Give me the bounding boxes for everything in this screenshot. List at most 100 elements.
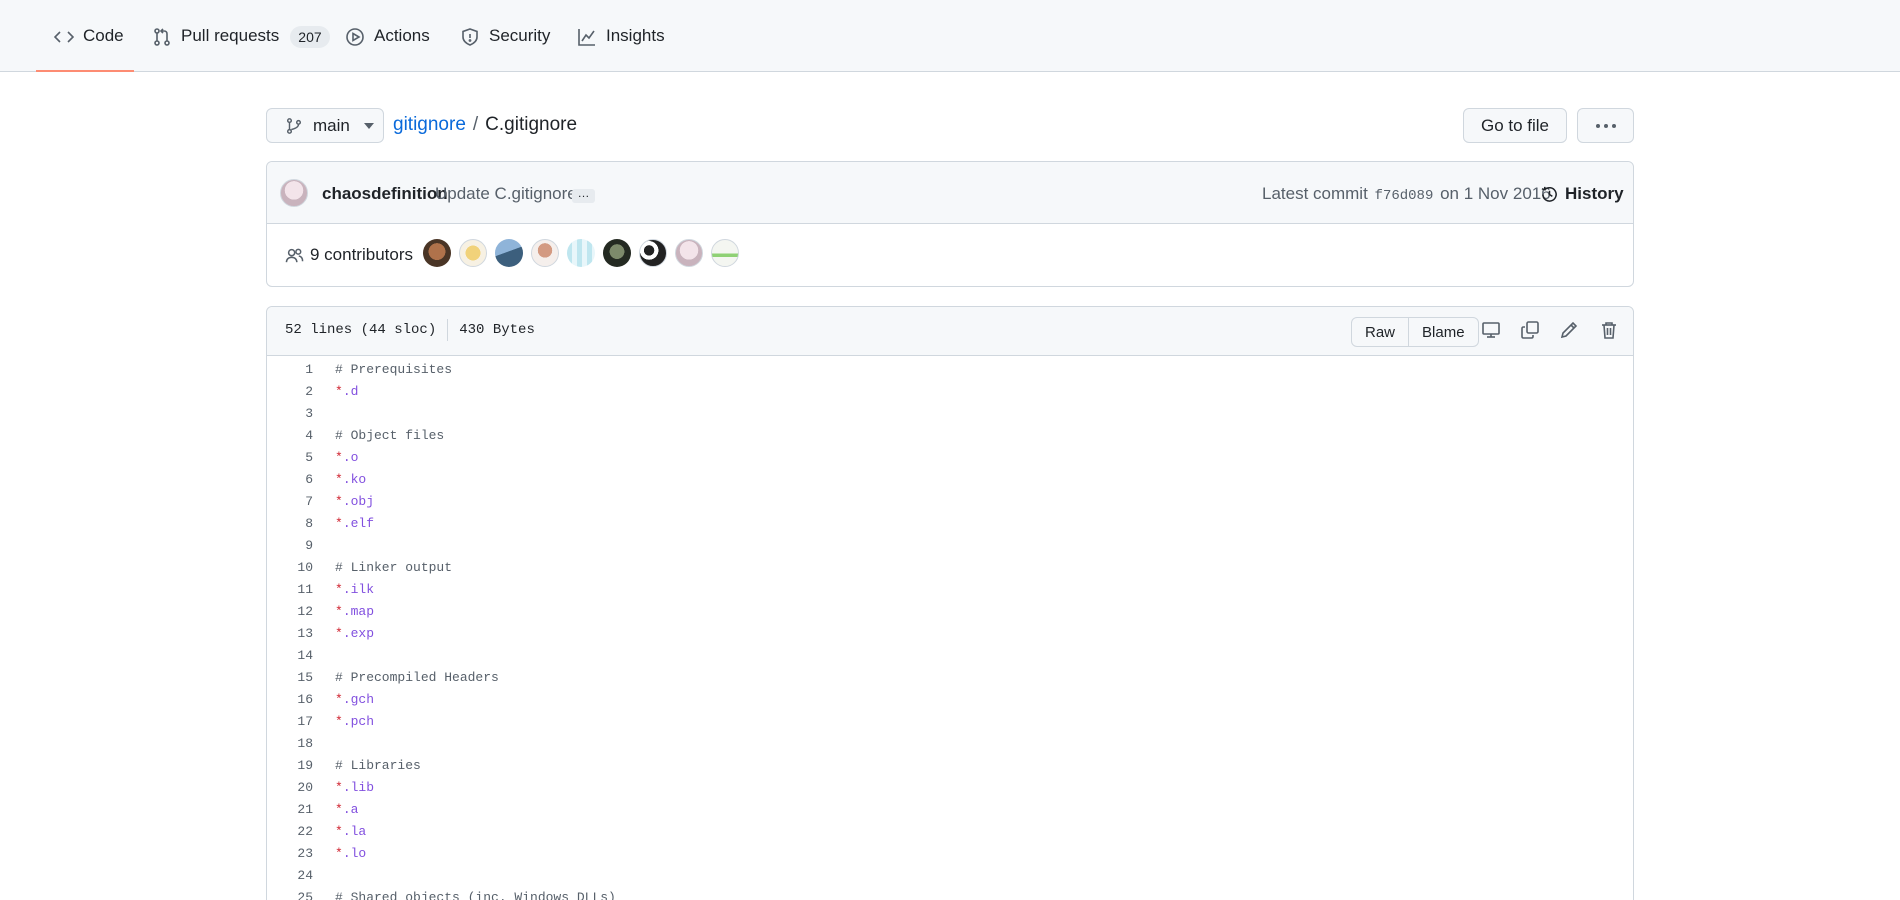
more-options-button[interactable] xyxy=(1577,108,1634,143)
glob-extension: .la xyxy=(342,824,367,839)
branch-select-button[interactable]: main xyxy=(266,108,384,143)
line-number[interactable]: 19 xyxy=(267,755,313,777)
code-line: 5 *.o xyxy=(267,447,1633,469)
line-number[interactable]: 7 xyxy=(267,491,313,513)
line-number[interactable]: 21 xyxy=(267,799,313,821)
graph-icon xyxy=(578,29,595,46)
contributor-avatar[interactable] xyxy=(423,239,451,267)
contributor-avatar[interactable] xyxy=(675,239,703,267)
line-content: *.elf xyxy=(335,513,374,535)
line-number[interactable]: 5 xyxy=(267,447,313,469)
line-content: *.o xyxy=(335,447,358,469)
line-number[interactable]: 22 xyxy=(267,821,313,843)
code-comment: # Linker output xyxy=(335,560,453,575)
line-number[interactable]: 11 xyxy=(267,579,313,601)
line-content: *.obj xyxy=(335,491,374,513)
tab-security[interactable]: Security xyxy=(460,26,550,72)
glob-star: * xyxy=(335,626,343,641)
line-number[interactable]: 23 xyxy=(267,843,313,865)
contributor-avatar[interactable] xyxy=(711,239,739,267)
line-content: *.a xyxy=(335,799,358,821)
line-number[interactable]: 18 xyxy=(267,733,313,755)
line-number[interactable]: 15 xyxy=(267,667,313,689)
glob-extension: .lib xyxy=(342,780,375,795)
line-content: *.lo xyxy=(335,843,366,865)
glob-extension: .map xyxy=(342,604,375,619)
contributor-avatar[interactable] xyxy=(531,239,559,267)
line-number[interactable]: 24 xyxy=(267,865,313,887)
line-number[interactable]: 16 xyxy=(267,689,313,711)
line-number[interactable]: 13 xyxy=(267,623,313,645)
line-number[interactable]: 12 xyxy=(267,601,313,623)
tab-insights[interactable]: Insights xyxy=(577,26,665,72)
glob-star: * xyxy=(335,516,343,531)
tab-actions[interactable]: Actions xyxy=(345,26,430,72)
author-avatar[interactable] xyxy=(280,179,308,207)
line-number[interactable]: 8 xyxy=(267,513,313,535)
glob-star: * xyxy=(335,604,343,619)
line-number[interactable]: 10 xyxy=(267,557,313,579)
contributors-link[interactable]: 9 contributors xyxy=(285,245,413,265)
file-size: 430 Bytes xyxy=(459,322,535,338)
blame-button[interactable]: Blame xyxy=(1408,318,1478,346)
glob-extension: .lo xyxy=(342,846,367,861)
line-number[interactable]: 17 xyxy=(267,711,313,733)
code-line: 20 *.lib xyxy=(267,777,1633,799)
code-line: 22 *.la xyxy=(267,821,1633,843)
play-icon xyxy=(346,28,364,46)
line-number[interactable]: 1 xyxy=(267,359,313,381)
line-number[interactable]: 14 xyxy=(267,645,313,667)
contributor-avatar[interactable] xyxy=(459,239,487,267)
line-number[interactable]: 25 xyxy=(267,887,313,900)
tab-code[interactable]: Code xyxy=(36,26,134,72)
glob-extension: .d xyxy=(342,384,359,399)
code-line: 18 xyxy=(267,733,1633,755)
glob-extension: .pch xyxy=(342,714,375,729)
contributor-avatar[interactable] xyxy=(495,239,523,267)
kebab-icon-dot xyxy=(1603,123,1608,128)
line-number[interactable]: 9 xyxy=(267,535,313,557)
breadcrumb-repo-link[interactable]: gitignore xyxy=(393,114,466,136)
glob-star: * xyxy=(335,450,343,465)
glob-star: * xyxy=(335,582,343,597)
trash-icon[interactable] xyxy=(1599,320,1621,342)
line-number[interactable]: 3 xyxy=(267,403,313,425)
glob-star: * xyxy=(335,384,343,399)
desktop-icon[interactable] xyxy=(1481,320,1503,342)
line-content: *.la xyxy=(335,821,366,843)
line-number[interactable]: 20 xyxy=(267,777,313,799)
commit-sha[interactable]: f76d089 xyxy=(1375,188,1434,204)
raw-button[interactable]: Raw xyxy=(1352,318,1408,346)
glob-star: * xyxy=(335,692,343,707)
code-content[interactable]: 1 # Prerequisites 2 *.d 3 4 # Object files 5 *.o… xyxy=(267,356,1633,900)
code-line: 2 *.d xyxy=(267,381,1633,403)
copy-icon[interactable] xyxy=(1520,320,1542,342)
contributor-avatar[interactable] xyxy=(603,239,631,267)
contributor-avatar[interactable] xyxy=(567,239,595,267)
tab-pull-requests[interactable]: Pull requests 207 xyxy=(152,26,330,72)
commit-author[interactable]: chaosdefinition xyxy=(322,184,448,204)
glob-extension: .ilk xyxy=(342,582,375,597)
glob-extension: .obj xyxy=(342,494,375,509)
code-line: 23 *.lo xyxy=(267,843,1633,865)
history-button[interactable]: History xyxy=(1540,184,1624,204)
pencil-icon[interactable] xyxy=(1559,320,1581,342)
expand-commit-button[interactable]: … xyxy=(572,187,595,203)
contributor-avatar[interactable] xyxy=(639,239,667,267)
line-content: # Object files xyxy=(335,425,444,447)
code-line: 14 xyxy=(267,645,1633,667)
code-line: 12 *.map xyxy=(267,601,1633,623)
line-content: *.ko xyxy=(335,469,366,491)
line-number[interactable]: 4 xyxy=(267,425,313,447)
line-content: *.d xyxy=(335,381,358,403)
commit-message[interactable]: Update C.gitignore xyxy=(435,184,577,204)
line-number[interactable]: 6 xyxy=(267,469,313,491)
go-to-file-button[interactable]: Go to file xyxy=(1463,108,1567,143)
glob-extension: .a xyxy=(342,802,359,817)
line-content: *.pch xyxy=(335,711,374,733)
line-content: # Libraries xyxy=(335,755,421,777)
contributors-row: 9 contributors xyxy=(267,224,1633,287)
glob-star: * xyxy=(335,472,343,487)
line-number[interactable]: 2 xyxy=(267,381,313,403)
latest-commit-info: Latest commit f76d089 on 1 Nov 2016 xyxy=(1262,184,1551,204)
